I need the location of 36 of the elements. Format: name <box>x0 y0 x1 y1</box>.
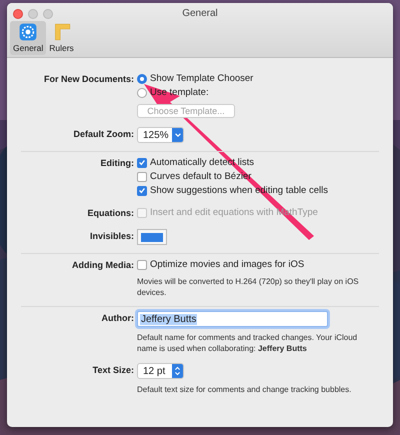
text-size-dropdown[interactable]: 12 pt <box>137 363 184 379</box>
ruler-icon <box>52 23 71 41</box>
radio-button[interactable] <box>137 74 147 84</box>
gear-icon <box>19 23 38 41</box>
zoom-button[interactable] <box>43 9 53 19</box>
minimize-button[interactable] <box>28 9 38 19</box>
color-well[interactable] <box>137 229 167 245</box>
toolbar-tab[interactable]: Rulers <box>46 21 77 55</box>
field-label: Text Size: <box>92 364 135 377</box>
help-text: Movies will be converted to H.264 (720p) so they'll play on iOS devices. <box>137 276 360 298</box>
checkbox[interactable] <box>137 186 147 196</box>
radio-label: Show Template Chooser <box>150 73 254 84</box>
checkbox-label: Optimize movies and images for iOS <box>150 259 304 270</box>
chevron-down-icon <box>174 131 182 139</box>
radio-option[interactable]: Use template: <box>137 86 254 99</box>
help-text: Default name for comments and tracked changes. Your iCloud name is used when collaborating: Jeffery Butts <box>137 332 358 354</box>
checkbox[interactable] <box>137 260 147 270</box>
window-title: General <box>182 8 218 19</box>
author-field[interactable]: Jeffery Butts <box>137 311 328 327</box>
checkbox[interactable] <box>137 172 147 182</box>
field-label: Editing: <box>100 157 135 170</box>
radio-button[interactable] <box>137 88 147 98</box>
toolbar-tab[interactable]: General <box>10 21 46 55</box>
close-button[interactable] <box>13 9 23 19</box>
radio-label: Use template: <box>150 87 209 98</box>
up-down-chevron-icon <box>174 366 181 376</box>
field-label: For New Documents: <box>42 73 135 86</box>
field-label: Equations: <box>86 207 135 220</box>
field-label: Author: <box>100 312 135 325</box>
radio-option[interactable]: Show Template Chooser <box>137 72 254 85</box>
checkbox[interactable] <box>137 158 147 168</box>
field-label: Invisibles: <box>88 230 135 243</box>
help-text: Default text size for comments and change tracking bubbles. <box>137 384 352 395</box>
field-label: Default Zoom: <box>72 128 135 141</box>
field-label: Adding Media: <box>71 259 135 272</box>
zoom-dropdown[interactable]: 125% <box>137 127 184 143</box>
